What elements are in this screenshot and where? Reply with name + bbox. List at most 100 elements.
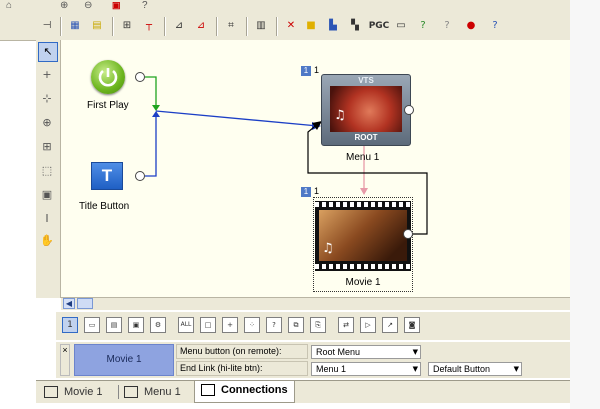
add-menu-icon[interactable]: ⊞ <box>38 138 56 156</box>
horizontal-scrollbar[interactable]: ◀ <box>61 297 570 310</box>
bottom-toolbar: 1 ▭ ▤ ▣ ⚙ ALL □ + ⁘ ? ⧉ ⎘ ⇄ ▷ ↗ ◙ <box>56 312 570 340</box>
music-note-icon: ♫ <box>322 241 334 256</box>
question-frame-icon[interactable]: ? <box>266 317 282 333</box>
color-icon[interactable]: ■ <box>302 17 320 35</box>
record-icon[interactable]: ● <box>462 17 480 35</box>
settings-frame-icon[interactable]: ⚙ <box>150 317 166 333</box>
zoom-in-icon[interactable]: ⊕ <box>60 0 68 11</box>
image-frame-icon[interactable]: ▣ <box>128 317 144 333</box>
menu1-badge: 1 <box>301 66 311 76</box>
track-icon[interactable]: ▚ <box>346 17 364 35</box>
help-book-icon[interactable]: ? <box>486 17 504 35</box>
movie-arrowhead-pink <box>360 188 368 195</box>
chevron-down-icon: ▼ <box>412 348 418 356</box>
title-button-label: Title Button <box>79 201 130 212</box>
connections-canvas[interactable]: First Play T Title Button 1 1 VTS ♫ ROOT… <box>61 40 570 298</box>
align-icon[interactable]: ⊞ <box>118 17 136 35</box>
add-circle-icon[interactable]: ⊕ <box>38 114 56 132</box>
chevron-down-icon: ▼ <box>412 365 418 373</box>
first-play-node[interactable] <box>91 60 125 94</box>
tool-palette: ↖ + ⊹ ⊕ ⊞ ⬚ ▣ I ✋ <box>36 40 61 298</box>
export-icon[interactable]: ↗ <box>382 317 398 333</box>
movie1-thumbnail: ♫ <box>319 210 407 261</box>
chevron-down-icon: ▼ <box>513 365 519 373</box>
layout-icon[interactable]: ▣ <box>38 186 56 204</box>
route-icon[interactable]: ⇄ <box>338 317 354 333</box>
movie1-badge: 1 <box>301 187 311 197</box>
select-region-icon[interactable]: ⬚ <box>38 162 56 180</box>
select-all-button[interactable]: ALL <box>178 317 194 333</box>
junction-to-menu-link <box>155 110 319 127</box>
crosshair-icon[interactable]: + <box>38 66 56 84</box>
paste-icon[interactable]: ⎘ <box>310 317 326 333</box>
movie1-filmstrip: ♫ <box>315 201 411 271</box>
chapter-icon[interactable]: ▙ <box>324 17 342 35</box>
plus-one-icon[interactable]: + <box>222 317 238 333</box>
link-icon[interactable]: ┬ <box>140 17 158 35</box>
first-play-label: First Play <box>87 100 129 111</box>
scroll-thumb[interactable] <box>77 298 93 309</box>
film-icon[interactable]: ▥ <box>252 17 270 35</box>
menu1-connector[interactable] <box>404 105 414 115</box>
fit-icon[interactable]: ▣ <box>112 0 121 11</box>
hand-tool-icon[interactable]: ✋ <box>38 232 56 250</box>
add-point-icon[interactable]: ⊹ <box>38 90 56 108</box>
scroll-left-icon[interactable]: ◀ <box>63 298 75 309</box>
first-play-arrowhead <box>152 105 160 111</box>
tab-connections[interactable]: Connections <box>194 381 295 403</box>
tab-menu-1[interactable]: Menu 1 <box>124 383 181 401</box>
pgc-button[interactable]: PGC <box>368 17 390 35</box>
menu1-label: Menu 1 <box>346 152 380 163</box>
title-button-node[interactable]: T <box>91 162 123 190</box>
home-icon[interactable]: ⌂ <box>6 0 12 11</box>
menu-button-label: Menu button (on remote): <box>176 344 308 359</box>
menu1-root-label: ROOT <box>354 133 378 142</box>
movie1-connector[interactable] <box>403 229 413 239</box>
tab-bar: Movie 1 Menu 1 Connections <box>36 380 570 403</box>
power-icon <box>98 68 118 87</box>
text-tool-icon[interactable]: I <box>38 210 56 228</box>
title-button-connector[interactable] <box>135 171 145 181</box>
help-icon[interactable]: ? <box>142 0 148 11</box>
first-play-connector[interactable] <box>135 72 145 82</box>
text-frame-icon[interactable]: ▤ <box>106 317 122 333</box>
end-link-select[interactable]: Menu 1 ▼ <box>311 362 421 376</box>
default-button-select[interactable]: Default Button ▼ <box>428 362 522 376</box>
menu1-badge-text: 1 <box>314 65 320 75</box>
pin-icon[interactable]: ⊣ <box>38 17 56 35</box>
item-name-cell: Movie 1 <box>74 344 174 376</box>
close-panel-button[interactable]: × <box>60 344 70 376</box>
first-play-link <box>145 76 157 109</box>
play-icon[interactable]: ▷ <box>360 317 376 333</box>
info-icon[interactable]: ? <box>414 17 432 35</box>
top-strip: ⌂ ⊕ ⊖ ▣ ? <box>0 0 600 15</box>
toolbar-first-button[interactable]: 1 <box>62 317 78 333</box>
title-t-icon: T <box>101 166 113 185</box>
end-link-label: End Link (hi-lite btn): <box>176 361 308 376</box>
connect-red-icon[interactable]: ⊿ <box>192 17 210 35</box>
frame-icon[interactable]: ▭ <box>84 317 100 333</box>
dots-icon[interactable]: ⁘ <box>244 317 260 333</box>
copy-icon[interactable]: ⧉ <box>288 317 304 333</box>
code-icon[interactable]: ? <box>438 17 456 35</box>
title-button-link <box>145 113 157 177</box>
menu-tab-icon <box>124 386 138 399</box>
connect-icon[interactable]: ⊿ <box>170 17 188 35</box>
tab-movie-1[interactable]: Movie 1 <box>44 383 103 401</box>
menu1-node[interactable]: VTS ♫ ROOT <box>321 74 411 146</box>
zoom-out-icon[interactable]: ⊖ <box>84 0 92 11</box>
delete-link-icon[interactable]: ✕ <box>282 17 300 35</box>
select-arrow-icon[interactable]: ↖ <box>38 42 58 62</box>
menu-button-select[interactable]: Root Menu ▼ <box>311 345 421 359</box>
movie-tab-icon <box>44 386 58 399</box>
box-icon[interactable]: □ <box>200 317 216 333</box>
dvd-icon[interactable]: ◙ <box>404 317 420 333</box>
movie1-selection[interactable]: ♫ Movie 1 <box>313 197 413 292</box>
main-toolbar: ⊣ ▦ ▤ ⊞ ┬ ⊿ ⊿ ⌗ ▥ ✕ ■ ▙ ▚ PGC ▭ ? ? ● ? <box>0 14 600 41</box>
slideshow-icon[interactable]: ▭ <box>392 17 410 35</box>
snap-grid-icon[interactable]: ⌗ <box>222 17 240 35</box>
music-note-icon: ♫ <box>334 108 346 123</box>
movie1-label: Movie 1 <box>345 277 381 288</box>
list-view-icon[interactable]: ▤ <box>88 17 106 35</box>
grid-view-icon[interactable]: ▦ <box>66 17 84 35</box>
